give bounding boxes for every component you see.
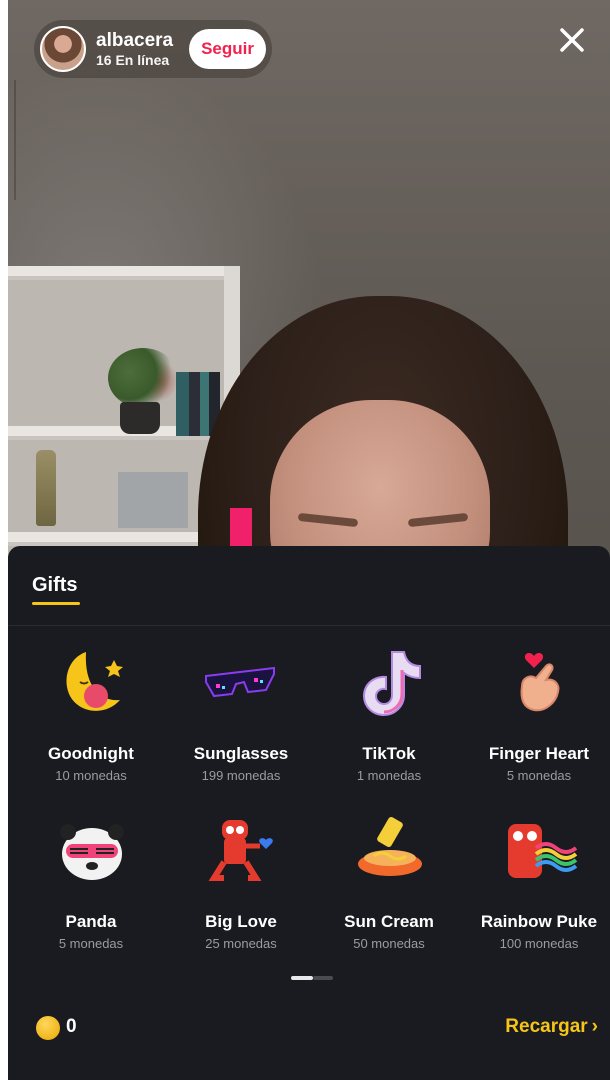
gift-price: 10 monedas (55, 768, 127, 783)
gift-name: Sun Cream (344, 912, 434, 931)
viewer-count: 16 En línea (96, 52, 170, 68)
gift-panda[interactable]: Panda 5 monedas (16, 800, 166, 960)
follow-button[interactable]: Seguir (189, 29, 266, 69)
gift-name: TikTok (362, 744, 416, 763)
tiktok-note-icon (362, 651, 421, 717)
gift-name: Finger Heart (488, 744, 590, 763)
recharge-label: Recargar (505, 1016, 588, 1037)
gift-tiktok[interactable]: TikTok 1 monedas (314, 632, 464, 792)
gift-price: 100 monedas (499, 936, 579, 951)
gift-rainbow-puke[interactable]: Rainbow Puke 100 monedas (464, 800, 610, 960)
gift-price: 5 monedas (506, 768, 572, 783)
gift-footer: 0 Recargar › (8, 1008, 610, 1058)
gift-name: Sunglasses (193, 744, 289, 763)
coin-balance: 0 (66, 1016, 77, 1037)
live-stream-view: albacera 16 En línea Seguir Gifts Goodni… (8, 0, 610, 1080)
close-icon[interactable] (554, 22, 590, 58)
gift-price: 50 monedas (353, 936, 425, 951)
recharge-button[interactable]: Recargar › (505, 1016, 598, 1038)
storage-box (118, 472, 188, 528)
gift-big-love[interactable]: Big Love 25 monedas (166, 800, 316, 960)
gift-price: 1 monedas (356, 768, 422, 783)
coin-icon (36, 1016, 60, 1040)
shelf-top (8, 266, 240, 280)
close-icon-svg (560, 28, 584, 52)
host-info[interactable]: albacera 16 En línea Seguir (34, 20, 272, 78)
rainbow-puke-icon (508, 824, 578, 878)
page-indicator (291, 976, 333, 980)
chevron-right-icon: › (591, 1016, 598, 1037)
finger-heart-icon (520, 653, 560, 712)
plant (108, 348, 178, 408)
tab-active-indicator (32, 602, 80, 605)
gift-goodnight[interactable]: Goodnight 10 monedas (16, 632, 166, 792)
shelf-bottom (8, 532, 224, 546)
gift-sun-cream[interactable]: Sun Cream 50 monedas (314, 800, 464, 960)
page-dot-active (291, 976, 313, 980)
panda-icon (60, 824, 124, 880)
gift-price: 5 monedas (58, 936, 124, 951)
avatar[interactable] (40, 26, 86, 72)
sun-cream-icon (358, 816, 422, 876)
big-love-icon (208, 820, 273, 881)
gift-name: Big Love (205, 912, 277, 931)
sunglasses-icon (205, 666, 275, 698)
gift-panel: Gifts Goodnight 10 monedas Sunglasses 19… (8, 546, 610, 1080)
gift-tab-bar: Gifts (8, 546, 610, 626)
gift-name: Rainbow Puke (480, 912, 598, 931)
plant-pot (120, 402, 160, 434)
dreamcatcher-decoration (14, 80, 64, 200)
gift-price: 199 monedas (201, 768, 281, 783)
page-dot (313, 976, 333, 980)
gift-price: 25 monedas (205, 936, 277, 951)
tab-gifts[interactable]: Gifts (32, 574, 78, 597)
host-username: albacera (96, 30, 174, 51)
bottle (36, 450, 56, 526)
gift-name: Panda (65, 912, 117, 931)
gift-sunglasses[interactable]: Sunglasses 199 monedas (166, 632, 316, 792)
moon-icon (66, 652, 123, 711)
host-text: albacera 16 En línea (96, 30, 173, 68)
gift-name: Goodnight (48, 744, 134, 763)
gift-finger-heart[interactable]: Finger Heart 5 monedas (464, 632, 610, 792)
